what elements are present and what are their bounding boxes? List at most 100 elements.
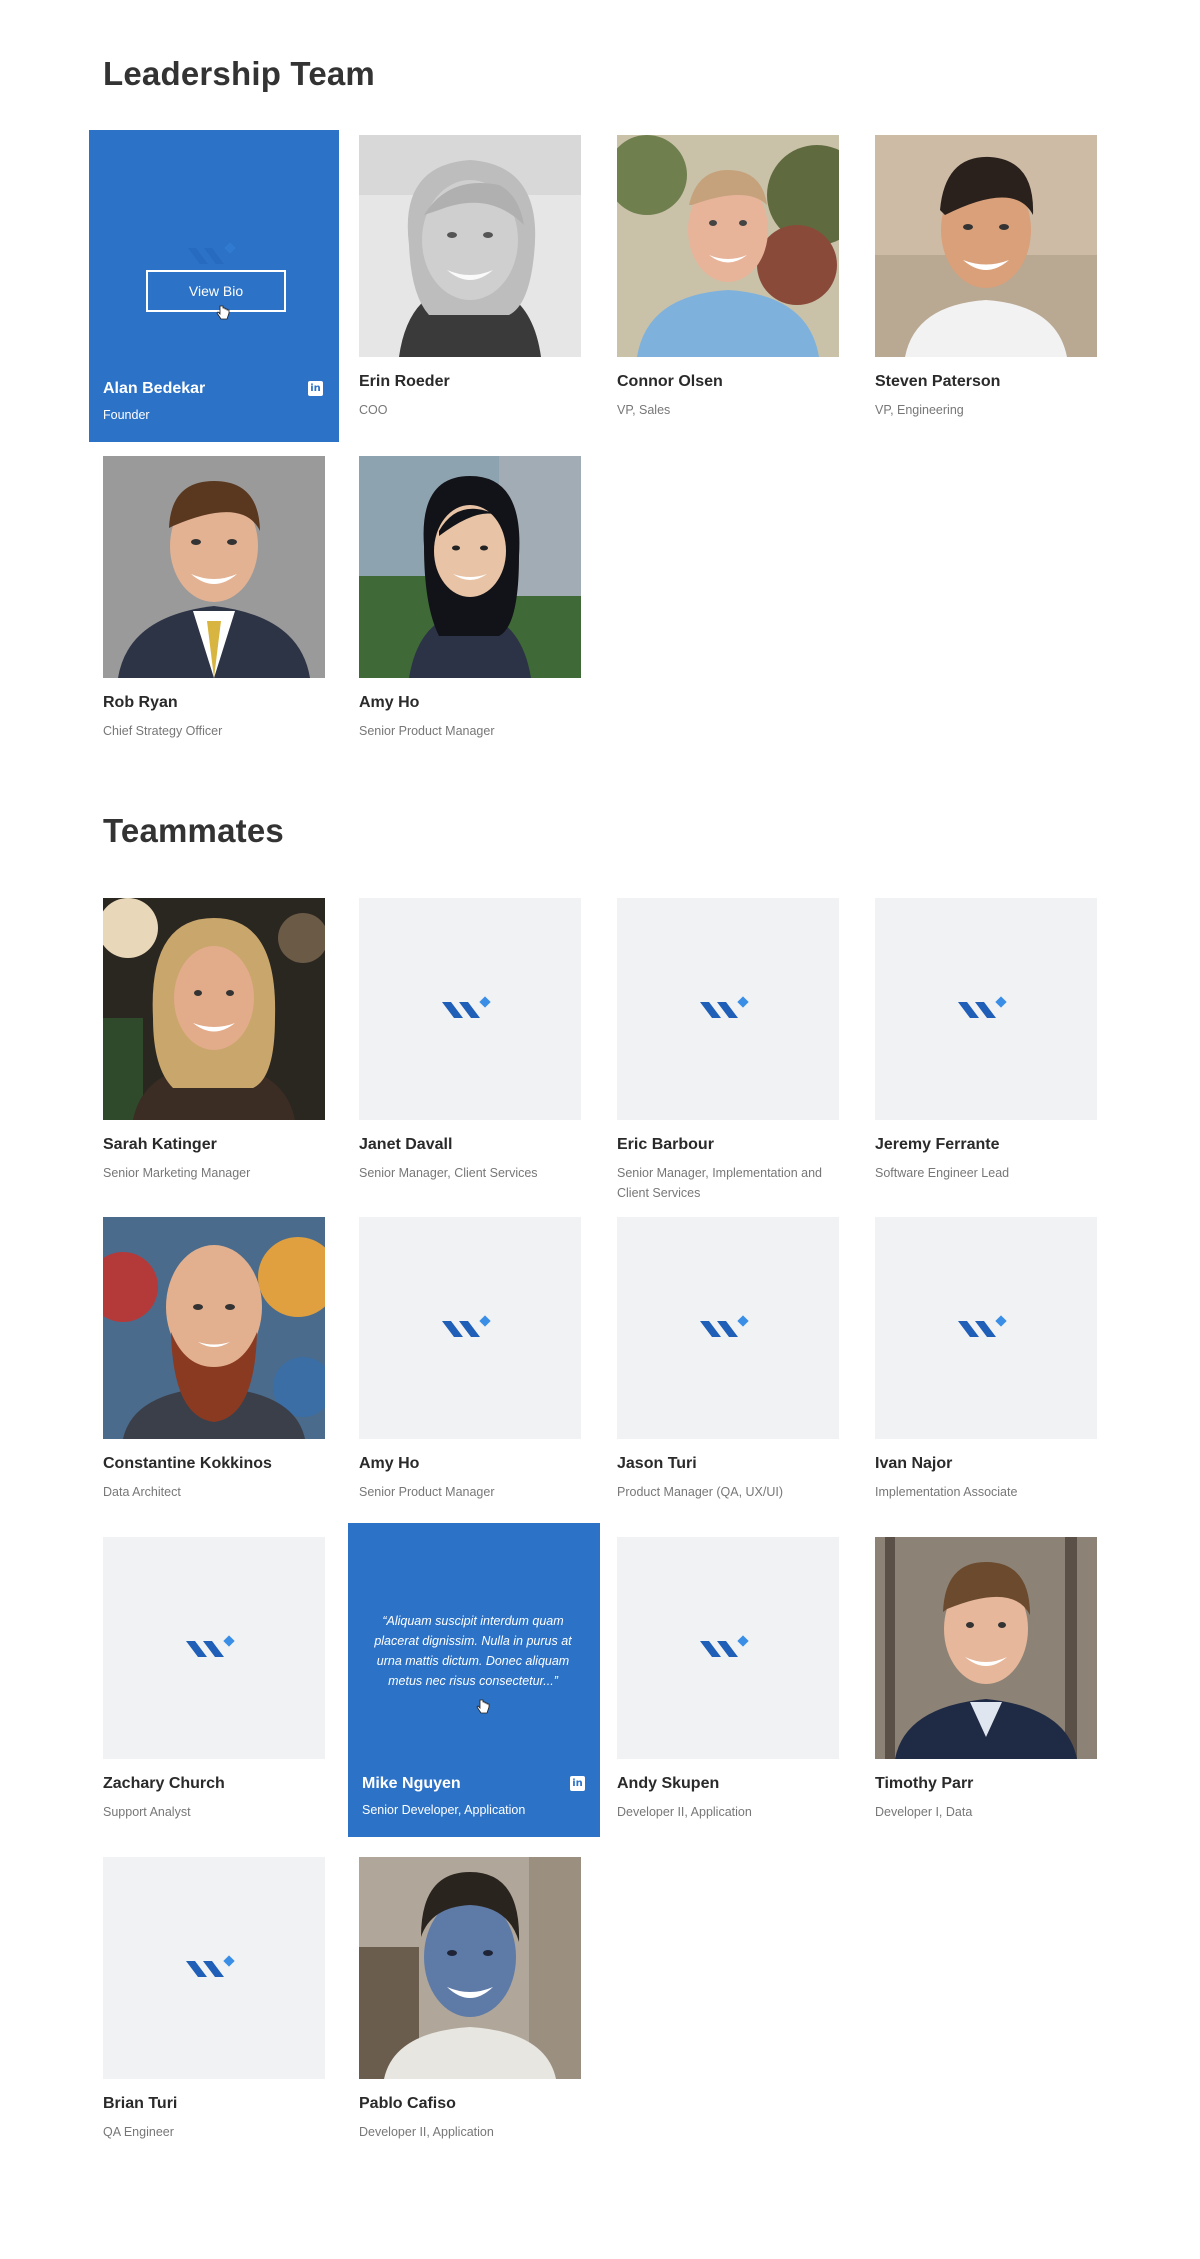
member-name: Timothy Parr — [875, 1775, 974, 1792]
member-photo — [617, 135, 839, 357]
member-photo — [103, 898, 325, 1120]
member-name: Zachary Church — [103, 1775, 225, 1792]
member-photo — [875, 135, 1097, 357]
company-logo-icon — [700, 1635, 749, 1657]
portrait-photo — [359, 1857, 581, 2079]
member-role: VP, Sales — [617, 403, 671, 417]
member-role: Product Manager (QA, UX/UI) — [617, 1485, 784, 1499]
team-card-pablo-cafiso[interactable]: Pablo Cafiso Developer II, Application — [359, 1857, 581, 2139]
member-photo — [103, 456, 325, 678]
team-card-brian-turi[interactable]: Brian Turi QA Engineer — [103, 1857, 325, 2139]
member-role: Senior Marketing Manager — [103, 1166, 251, 1180]
member-photo-placeholder — [875, 1217, 1097, 1439]
teammates-title: Teammates — [103, 812, 284, 849]
member-role: Software Engineer Lead — [875, 1166, 1010, 1180]
member-photo — [875, 1537, 1097, 1759]
portrait-photo — [359, 456, 581, 678]
member-role: Data Architect — [103, 1485, 181, 1499]
company-logo-icon — [442, 1315, 491, 1337]
member-photo — [359, 456, 581, 678]
member-name: Connor Olsen — [617, 373, 723, 390]
team-card-sarah-katinger[interactable]: Sarah Katinger Senior Marketing Manager — [103, 898, 325, 1180]
company-logo-icon — [186, 1635, 235, 1657]
member-name: Ivan Najor — [875, 1455, 953, 1472]
portrait-photo — [103, 456, 325, 678]
member-name: Steven Paterson — [875, 373, 1001, 390]
portrait-photo — [103, 898, 325, 1120]
member-name: Brian Turi — [103, 2095, 178, 2112]
member-role: Senior Product Manager — [359, 1485, 495, 1499]
company-logo-icon — [186, 1955, 235, 1977]
member-role: Founder — [103, 408, 150, 422]
team-card-andy-skupen[interactable]: Andy Skupen Developer II, Application — [617, 1537, 839, 1819]
team-card-rob-ryan[interactable]: Rob Ryan Chief Strategy Officer — [103, 456, 325, 738]
company-logo-icon — [700, 996, 749, 1018]
linkedin-icon[interactable]: in — [308, 381, 323, 396]
member-name: Eric Barbour — [617, 1136, 714, 1153]
member-photo-placeholder — [875, 898, 1097, 1120]
team-card-zachary-church[interactable]: Zachary Church Support Analyst — [103, 1537, 325, 1819]
member-photo-placeholder — [617, 1217, 839, 1439]
team-card-ivan-najor[interactable]: Ivan Najor Implementation Associate — [875, 1217, 1097, 1499]
leadership-title: Leadership Team — [103, 55, 375, 92]
member-photo-placeholder — [617, 1537, 839, 1759]
team-card-jeremy-ferrante[interactable]: Jeremy Ferrante Software Engineer Lead — [875, 898, 1097, 1180]
member-role: Support Analyst — [103, 1805, 191, 1819]
member-photo-placeholder — [359, 898, 581, 1120]
team-card-janet-davall[interactable]: Janet Davall Senior Manager, Client Serv… — [359, 898, 581, 1180]
company-logo-icon — [442, 996, 491, 1018]
team-page: Leadership Team View Bio Alan Bedekar Fo… — [0, 0, 1200, 2259]
member-role: COO — [359, 403, 388, 417]
member-photo — [359, 135, 581, 357]
hand-cursor-icon — [216, 305, 230, 320]
hand-cursor-icon — [476, 1699, 490, 1714]
team-card-steven-paterson[interactable]: Steven Paterson VP, Engineering — [875, 135, 1097, 417]
portrait-photo — [875, 135, 1097, 357]
member-quote: “Aliquam suscipit interdum quam placerat… — [374, 1614, 572, 1688]
company-logo-icon — [958, 1315, 1007, 1337]
member-role: QA Engineer — [103, 2125, 174, 2139]
member-role: Implementation Associate — [875, 1485, 1018, 1499]
team-card-alan-bedekar[interactable]: View Bio Alan Bedekar Founder in — [89, 130, 339, 442]
member-role: Senior Developer, Application — [362, 1803, 526, 1817]
member-name: Mike Nguyen — [362, 1775, 461, 1792]
member-role: Senior Manager, Client Services — [359, 1166, 538, 1180]
member-photo-placeholder — [103, 1537, 325, 1759]
member-photo — [103, 1217, 325, 1439]
team-card-connor-olsen[interactable]: Connor Olsen VP, Sales — [617, 135, 839, 417]
portrait-photo — [359, 135, 581, 357]
team-card-timothy-parr[interactable]: Timothy Parr Developer I, Data — [875, 1537, 1097, 1819]
linkedin-icon[interactable]: in — [570, 1776, 585, 1791]
member-name: Amy Ho — [359, 694, 420, 711]
member-name: Pablo Cafiso — [359, 2095, 456, 2112]
team-card-jason-turi[interactable]: Jason Turi Product Manager (QA, UX/UI) — [617, 1217, 839, 1499]
member-name: Constantine Kokkinos — [103, 1455, 272, 1472]
member-photo — [359, 1857, 581, 2079]
team-card-erin-roeder[interactable]: Erin Roeder COO — [359, 135, 581, 417]
team-card-amy-ho[interactable]: Amy Ho Senior Product Manager — [359, 456, 581, 738]
member-name: Sarah Katinger — [103, 1136, 217, 1153]
team-card-constantine-kokkinos[interactable]: Constantine Kokkinos Data Architect — [103, 1217, 325, 1499]
member-role: VP, Engineering — [875, 403, 964, 417]
member-name: Alan Bedekar — [103, 380, 206, 397]
member-role: Developer I, Data — [875, 1805, 973, 1819]
portrait-photo — [103, 1217, 325, 1439]
member-photo-placeholder — [359, 1217, 581, 1439]
team-card-mike-nguyen[interactable]: “Aliquam suscipit interdum quam placerat… — [348, 1523, 600, 1837]
portrait-photo — [875, 1537, 1097, 1759]
member-role: Chief Strategy Officer — [103, 724, 223, 738]
member-name: Amy Ho — [359, 1455, 420, 1472]
member-role: Developer II, Application — [359, 2125, 494, 2139]
team-card-eric-barbour[interactable]: Eric Barbour Senior Manager, Implementat… — [617, 898, 839, 1200]
team-card-amy-ho-2[interactable]: Amy Ho Senior Product Manager — [359, 1217, 581, 1499]
member-photo-placeholder — [103, 1857, 325, 2079]
member-photo-placeholder — [617, 898, 839, 1120]
member-name: Jason Turi — [617, 1455, 697, 1472]
member-name: Janet Davall — [359, 1136, 453, 1153]
member-role: Senior Product Manager — [359, 724, 495, 738]
company-logo-icon — [188, 242, 236, 264]
member-role: Developer II, Application — [617, 1805, 752, 1819]
member-role: Senior Manager, Implementation and Clien… — [617, 1166, 822, 1200]
company-logo-icon — [700, 1315, 749, 1337]
member-name: Erin Roeder — [359, 373, 450, 390]
